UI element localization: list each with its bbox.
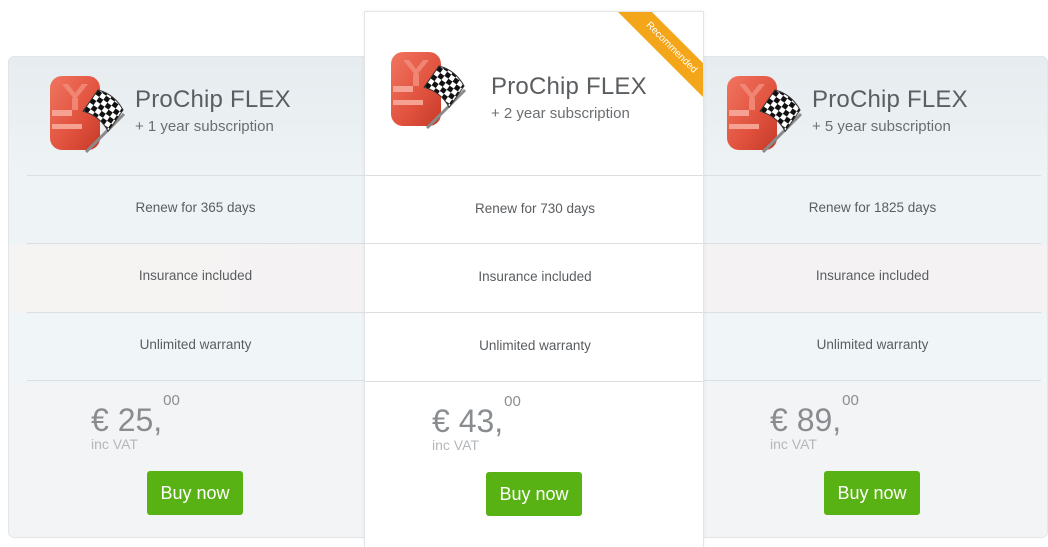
plan-title: ProChip FLEX	[135, 86, 291, 113]
currency-symbol: €	[91, 402, 109, 438]
divider	[704, 243, 1041, 244]
divider	[365, 175, 703, 176]
feature-insurance: Insurance included	[138, 268, 253, 283]
divider	[27, 243, 364, 244]
feature-insurance: Insurance included	[815, 268, 930, 283]
buy-now-button[interactable]: Buy now	[147, 471, 243, 515]
buy-now-button[interactable]: Buy now	[824, 471, 920, 515]
price-cents: 00	[163, 392, 180, 410]
feature-renew: Renew for 1825 days	[808, 200, 937, 215]
buy-now-button[interactable]: Buy now	[486, 472, 582, 516]
price-main: 25,	[117, 402, 163, 438]
divider	[27, 175, 364, 176]
divider	[365, 381, 703, 382]
feature-warranty: Unlimited warranty	[139, 337, 252, 352]
plan-subtitle: + 2 year subscription	[491, 105, 630, 122]
feature-warranty: Unlimited warranty	[816, 337, 929, 352]
vat-note: inc VAT	[770, 436, 817, 452]
divider	[27, 312, 364, 313]
currency-symbol: €	[432, 403, 450, 439]
feature-renew: Renew for 365 days	[135, 200, 256, 215]
divider	[704, 312, 1041, 313]
vat-note: inc VAT	[91, 436, 138, 452]
feature-renew: Renew for 730 days	[474, 201, 596, 216]
price: € 25,00	[91, 392, 180, 439]
plan-title: ProChip FLEX	[812, 86, 968, 113]
plan-subtitle: + 5 year subscription	[812, 118, 951, 135]
divider	[704, 175, 1041, 176]
divider	[365, 243, 703, 244]
vat-note: inc VAT	[432, 437, 479, 453]
divider	[365, 312, 703, 313]
price-cents: 00	[842, 392, 859, 410]
price-main: 89,	[796, 402, 842, 438]
feature-warranty: Unlimited warranty	[479, 338, 591, 353]
price: € 89,00	[770, 392, 859, 439]
price: € 43,00	[432, 393, 521, 440]
divider	[27, 380, 364, 381]
currency-symbol: €	[770, 402, 788, 438]
plan-subtitle: + 1 year subscription	[135, 118, 274, 135]
price-cents: 00	[504, 393, 521, 411]
plan-card-2-year-featured: Recommended ProChip FLEX + 2 year subscr…	[364, 11, 704, 547]
plan-title: ProChip FLEX	[491, 73, 647, 100]
feature-insurance: Insurance included	[478, 269, 592, 284]
prochip-icon	[389, 50, 469, 130]
divider	[704, 380, 1041, 381]
prochip-icon	[48, 74, 128, 154]
prochip-icon	[725, 74, 805, 154]
price-main: 43,	[458, 403, 504, 439]
